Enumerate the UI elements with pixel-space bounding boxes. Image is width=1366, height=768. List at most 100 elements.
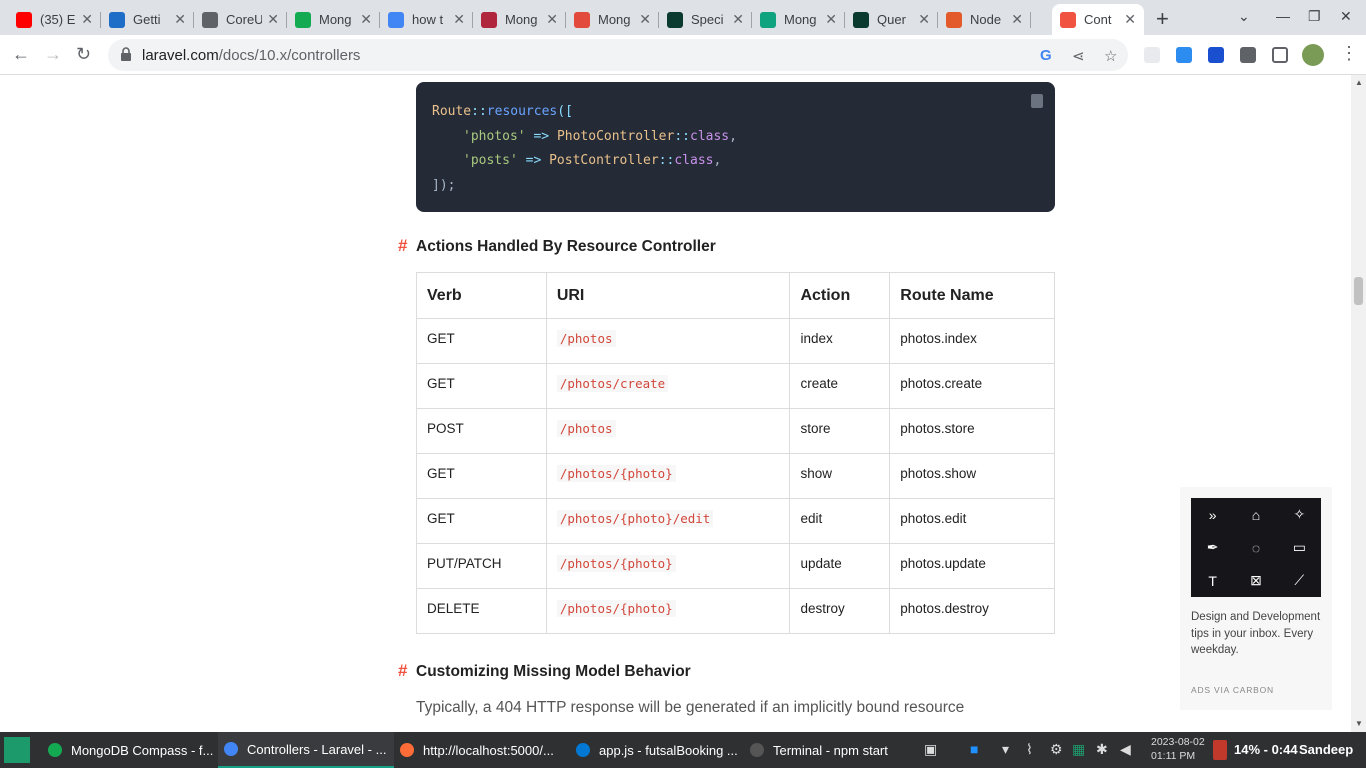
back-icon[interactable]: ← — [12, 44, 30, 65]
side-panel-icon[interactable] — [1272, 47, 1288, 63]
table-cell: show — [789, 453, 891, 499]
taskbar-app[interactable]: MongoDB Compass - f... — [42, 732, 218, 768]
clock[interactable]: 2023-08-02 01:11 PM — [1151, 735, 1205, 763]
extension-icon[interactable] — [1176, 47, 1192, 63]
tab-search-icon[interactable]: ⌄ — [1238, 8, 1250, 25]
page-scrollbar[interactable]: ▲ ▼ — [1351, 75, 1366, 732]
text-tool-icon: T — [1208, 572, 1217, 589]
table-row: GET/photos index photos.index — [416, 318, 1055, 364]
extensions-puzzle-icon[interactable] — [1240, 47, 1256, 63]
extension-icon[interactable] — [1208, 47, 1224, 63]
code-token: :: — [471, 104, 487, 119]
update-icon[interactable]: ⚙ — [1050, 741, 1063, 758]
tab-close-icon[interactable]: ✕ — [732, 11, 744, 28]
close-window-button[interactable]: ✕ — [1340, 8, 1352, 25]
reload-icon[interactable]: ↻ — [76, 44, 91, 65]
battery-status: 14% - 0:44 — [1234, 742, 1298, 757]
browser-tab[interactable]: Mong ✕ — [473, 4, 566, 35]
app-icon — [750, 743, 764, 757]
tab-label: CoreU — [226, 12, 262, 27]
menu-kebab-icon[interactable]: ⋮ — [1340, 43, 1358, 64]
scroll-thumb[interactable] — [1354, 277, 1363, 305]
share-icon[interactable]: ⋖ — [1072, 47, 1085, 65]
bluetooth-icon[interactable]: ✱ — [1096, 741, 1108, 758]
table-cell: /photos/{photo} — [545, 543, 791, 589]
table-row: GET/photos/{photo} show photos.show — [416, 453, 1055, 499]
uri-code: /photos/{photo}/edit — [556, 510, 714, 527]
extension-icon[interactable] — [1144, 47, 1160, 63]
tab-close-icon[interactable]: ✕ — [918, 11, 930, 28]
browser-tab[interactable]: Mong ✕ — [752, 4, 845, 35]
taskbar-app[interactable]: Terminal - npm start — [744, 732, 916, 768]
tab-close-icon[interactable]: ✕ — [546, 11, 558, 28]
tab-label: Mong — [784, 12, 817, 27]
taskbar-app[interactable]: http://localhost:5000/... — [394, 732, 570, 768]
code-token: :: — [674, 128, 690, 144]
google-translate-icon[interactable]: G — [1040, 47, 1052, 64]
browser-tab[interactable]: Mong ✕ — [566, 4, 659, 35]
carbon-ad[interactable]: » ⌂ ✧ ✒ ◌ ▭ T ⊠ ⟋ Design and Development… — [1180, 487, 1332, 710]
ad-via-carbon[interactable]: ADS VIA CARBON — [1191, 685, 1274, 695]
browser-tab[interactable]: Speci ✕ — [659, 4, 752, 35]
copy-icon[interactable] — [1031, 94, 1043, 108]
profile-avatar[interactable] — [1302, 44, 1324, 66]
address-bar[interactable]: laravel.com/docs/10.x/controllers G ⋖ ☆ — [108, 39, 1128, 71]
app-tray-icon[interactable]: ▦ — [1072, 741, 1085, 758]
tab-close-icon[interactable]: ✕ — [639, 11, 651, 28]
tab-close-icon[interactable]: ✕ — [1124, 11, 1136, 28]
browser-tab[interactable]: Quer ✕ — [845, 4, 938, 35]
os-taskbar: MongoDB Compass - f... Controllers - Lara… — [0, 732, 1366, 768]
taskbar-app[interactable]: app.js - futsalBooking ... — [570, 732, 742, 768]
tab-favicon-icon — [109, 11, 125, 28]
tab-close-icon[interactable]: ✕ — [1011, 11, 1023, 28]
wifi-icon[interactable]: ▾ — [1002, 741, 1009, 758]
tab-close-icon[interactable]: ✕ — [81, 11, 93, 28]
table-cell: PUT/PATCH — [416, 543, 547, 589]
workspace-icon[interactable]: ■ — [970, 741, 978, 757]
tab-close-icon[interactable]: ✕ — [453, 11, 465, 28]
ad-text[interactable]: Design and Development tips in your inbo… — [1191, 609, 1326, 659]
forward-icon[interactable]: → — [44, 44, 62, 65]
tab-close-icon[interactable]: ✕ — [825, 11, 837, 28]
volume-icon[interactable]: ◀ — [1120, 741, 1131, 758]
table-cell: DELETE — [416, 588, 547, 634]
taskbar-app[interactable]: Controllers - Laravel - ... — [218, 732, 394, 768]
table-row: PUT/PATCH/photos/{photo} update photos.upd… — [416, 543, 1055, 589]
tab-label: Getti — [133, 12, 161, 27]
code-token: ]); — [432, 177, 456, 193]
tab-close-icon[interactable]: ✕ — [174, 11, 186, 28]
taskbar-app-label: Controllers - Laravel - ... — [247, 741, 387, 757]
scroll-up-icon[interactable]: ▲ — [1355, 78, 1363, 87]
attachment-icon[interactable]: ⌇ — [1026, 741, 1033, 758]
table-cell: create — [789, 363, 891, 409]
browser-tab[interactable]: Node ✕ — [938, 4, 1031, 35]
new-tab-button[interactable]: + — [1156, 6, 1169, 32]
start-menu-icon[interactable] — [4, 737, 30, 763]
anchor-link[interactable]: # — [398, 236, 407, 256]
app-icon — [576, 743, 590, 757]
maximize-button[interactable]: ❐ — [1308, 8, 1321, 25]
code-line: 'posts' => PostController::class, — [432, 149, 1039, 174]
bookmark-star-icon[interactable]: ☆ — [1104, 47, 1117, 65]
battery-icon[interactable] — [1213, 740, 1227, 760]
browser-tab[interactable]: Cont ✕ — [1052, 4, 1144, 35]
terminal-tray-icon[interactable]: ▣ — [924, 741, 937, 758]
browser-tab[interactable]: (35) E ✕ — [8, 4, 101, 35]
browser-tab[interactable]: how t ✕ — [380, 4, 473, 35]
column-header: Route Name — [889, 272, 1055, 319]
scroll-down-icon[interactable]: ▼ — [1355, 719, 1363, 728]
chevrons-icon: » — [1208, 506, 1217, 523]
code-line: 'photos' => PhotoController::class, — [432, 125, 1039, 150]
browser-tab[interactable]: CoreU ✕ — [194, 4, 287, 35]
anchor-link[interactable]: # — [398, 661, 407, 681]
minimize-button[interactable]: — — [1276, 8, 1290, 24]
browser-tab[interactable]: Mong ✕ — [287, 4, 380, 35]
tab-close-icon[interactable]: ✕ — [267, 11, 279, 28]
tab-close-icon[interactable]: ✕ — [360, 11, 372, 28]
date-text: 2023-08-02 — [1151, 736, 1205, 748]
table-cell: /photos — [545, 408, 791, 454]
ad-image[interactable]: » ⌂ ✧ ✒ ◌ ▭ T ⊠ ⟋ — [1191, 498, 1321, 597]
browser-tab[interactable]: Getti ✕ — [101, 4, 194, 35]
table-cell: photos.destroy — [889, 588, 1055, 634]
user-name[interactable]: Sandeep — [1299, 742, 1353, 757]
